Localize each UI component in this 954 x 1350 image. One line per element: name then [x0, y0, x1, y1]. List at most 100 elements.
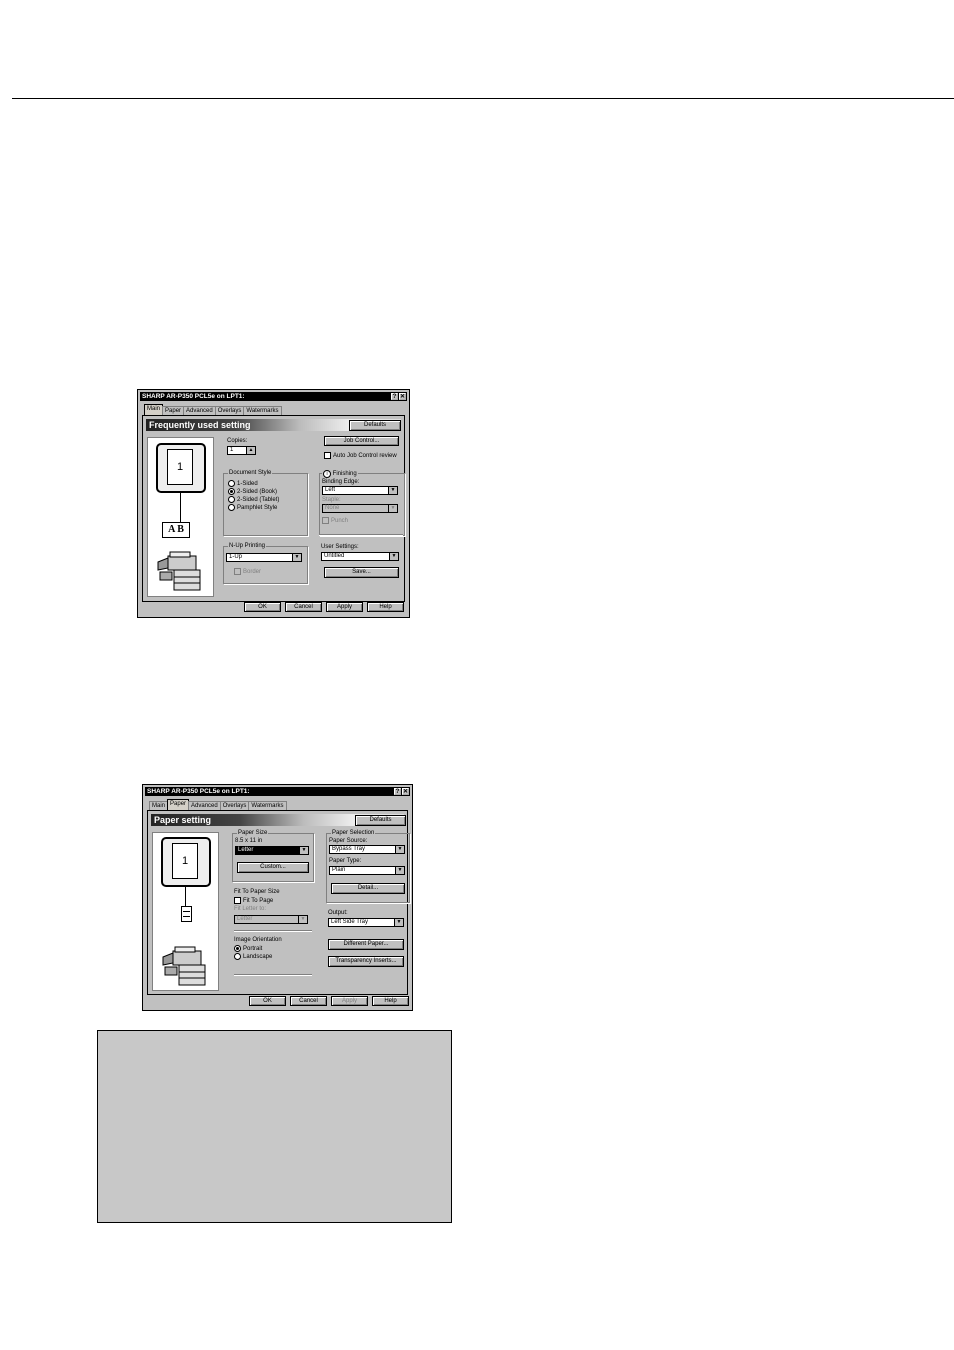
paper-size-title: Paper Size [237, 830, 269, 837]
apply-button[interactable]: Apply [331, 996, 368, 1006]
help-icon[interactable]: ? [391, 393, 398, 400]
defaults-button[interactable]: Defaults [349, 420, 401, 431]
defaults-button[interactable]: Defaults [355, 815, 406, 826]
header-rule [12, 98, 954, 99]
close-icon[interactable]: ✕ [399, 393, 406, 400]
radio-icon [234, 953, 241, 960]
radio-label: Portrait [243, 946, 263, 953]
chevron-down-icon[interactable]: ▼ [299, 847, 308, 854]
tab-panel: Paper setting Defaults 1 Paper Size 8.5 … [147, 810, 410, 995]
apply-button[interactable]: Apply [326, 602, 363, 612]
binding-edge-value: Left [325, 487, 336, 493]
chevron-down-icon[interactable]: ▼ [394, 919, 403, 926]
document-style-title: Document Style [228, 470, 273, 477]
paper-source-value: Bypass Tray [332, 846, 366, 852]
page-number: 1 [176, 461, 184, 473]
paper-source-label: Paper Source: [329, 838, 368, 844]
separator [319, 534, 403, 535]
staple-select[interactable]: None ▼ [322, 504, 398, 513]
page-number: 1 [181, 855, 189, 867]
output-value: Left Side Tray [331, 919, 369, 925]
paper-size-icon [181, 906, 192, 922]
staple-value: None [325, 505, 340, 511]
chevron-down-icon[interactable]: ▼ [388, 487, 397, 494]
connector-line [180, 492, 181, 522]
page-preview-frame: 1 [161, 837, 211, 887]
radio-pamphlet-style[interactable]: Pamphlet Style [228, 504, 277, 511]
punch-checkbox[interactable]: Punch [322, 517, 348, 524]
output-select[interactable]: Left Side Tray ▼ [328, 918, 404, 927]
different-paper-button[interactable]: Different Paper... [328, 939, 404, 950]
spin-arrow-icon[interactable]: ▲ [246, 447, 255, 454]
punch-label: Punch [331, 518, 349, 525]
fit-letter-select[interactable]: Letter ▼ [234, 915, 308, 924]
transparency-inserts-button[interactable]: Transparency Inserts... [328, 956, 404, 967]
checkbox-icon [234, 568, 241, 575]
chevron-down-icon[interactable]: ▼ [292, 554, 301, 561]
paper-dimensions: 8.5 x 11 in [235, 838, 263, 844]
page-preview-frame: 1 [156, 443, 206, 493]
help-button[interactable]: Help [372, 996, 409, 1006]
checkbox-icon [234, 897, 241, 904]
title-bar: SHARP AR-P350 PCL5e on LPT1: ? ✕ [145, 787, 410, 796]
binding-edge-select[interactable]: Left ▼ [322, 486, 398, 495]
paper-lines [183, 911, 190, 917]
chevron-down-icon[interactable]: ▼ [388, 505, 397, 512]
radio-2-sided-tablet[interactable]: 2-Sided (Tablet) [228, 496, 279, 503]
nup-select[interactable]: 1-Up ▼ [226, 553, 302, 562]
border-label: Border [243, 569, 262, 576]
info-icon: i [323, 470, 331, 478]
banner-title: Paper setting [154, 815, 212, 825]
paper-source-select[interactable]: Bypass Tray ▼ [329, 845, 405, 854]
book-letters: A B [168, 524, 184, 535]
window-title: SHARP AR-P350 PCL5e on LPT1: [147, 788, 250, 795]
copies-label: Copies: [227, 438, 248, 444]
cancel-button[interactable]: Cancel [290, 996, 327, 1006]
paper-type-label: Paper Type: [329, 858, 362, 864]
radio-landscape[interactable]: Landscape [234, 953, 272, 960]
ok-button[interactable]: OK [249, 996, 286, 1006]
preview-pane: 1 [152, 832, 219, 991]
fit-to-page-checkbox[interactable]: Fit To Page [234, 897, 273, 904]
user-settings-value: Untitled [324, 553, 345, 559]
radio-1-sided[interactable]: 1-Sided [228, 480, 258, 487]
user-settings-label: User Settings: [321, 544, 359, 550]
book-preview-icon: A B [162, 522, 190, 538]
radio-label: 2-Sided (Tablet) [237, 497, 280, 504]
checkbox-icon [324, 452, 331, 459]
paper-size-select[interactable]: Letter ▼ [235, 846, 309, 855]
border-checkbox[interactable]: Border [234, 568, 261, 575]
window-title: SHARP AR-P350 PCL5e on LPT1: [142, 393, 245, 400]
detail-button[interactable]: Detail... [331, 883, 405, 894]
paper-type-select[interactable]: Plain ▼ [329, 866, 405, 875]
cancel-button[interactable]: Cancel [285, 602, 322, 612]
printer-properties-dialog-main: SHARP AR-P350 PCL5e on LPT1: ? ✕ Main Pa… [137, 389, 410, 618]
auto-job-control-checkbox[interactable]: Auto Job Control review [324, 452, 397, 459]
checkbox-icon [322, 517, 329, 524]
job-control-button[interactable]: Job Control... [324, 436, 399, 446]
separator [234, 930, 312, 931]
paper-selection-title: Paper Selection [331, 830, 376, 837]
chevron-down-icon[interactable]: ▼ [395, 867, 404, 874]
save-button[interactable]: Save... [324, 567, 399, 578]
radio-2-sided-book[interactable]: 2-Sided (Book) [228, 488, 277, 495]
help-button[interactable]: Help [367, 602, 404, 612]
radio-portrait[interactable]: Portrait [234, 945, 262, 952]
staple-label: Staple: [322, 497, 341, 503]
copies-input[interactable]: 1 ▲ [227, 446, 256, 455]
custom-button[interactable]: Custom... [237, 862, 309, 873]
radio-selected-icon [234, 945, 241, 952]
user-settings-select[interactable]: Untitled ▼ [321, 552, 399, 561]
document-style-group: Document Style 1-Sided 2-Sided (Book) 2-… [223, 470, 308, 536]
printer-icon [162, 946, 206, 986]
ok-button[interactable]: OK [244, 602, 281, 612]
chevron-down-icon[interactable]: ▼ [389, 553, 398, 560]
close-icon[interactable]: ✕ [402, 788, 409, 795]
chevron-down-icon[interactable]: ▼ [298, 916, 307, 923]
help-icon[interactable]: ? [394, 788, 401, 795]
nup-title: N-Up Printing [228, 543, 267, 550]
chevron-down-icon[interactable]: ▼ [395, 846, 404, 853]
paper-selection-group: Paper Selection Paper Source: Bypass Tra… [326, 830, 410, 903]
preview-pane: 1 A B [147, 437, 214, 597]
radio-icon [228, 504, 235, 511]
